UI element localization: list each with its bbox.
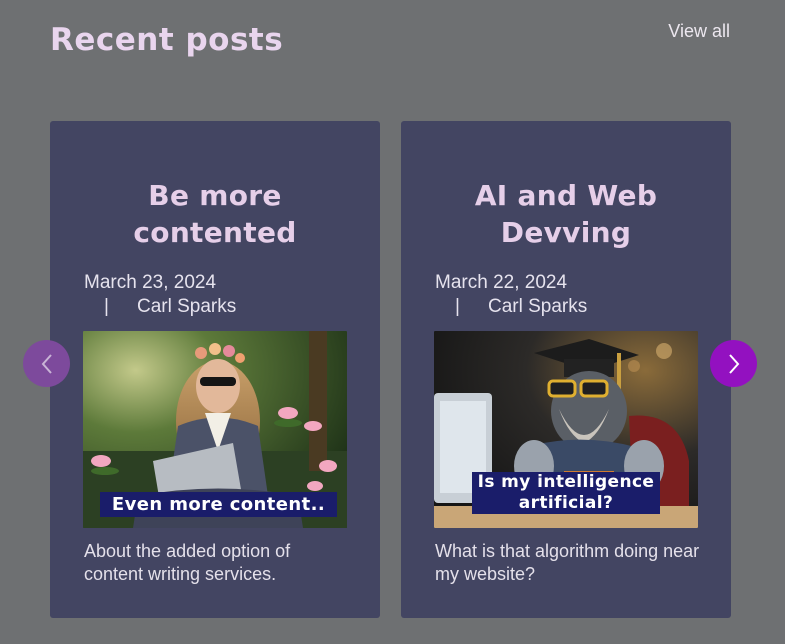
meta-separator: | bbox=[455, 296, 460, 317]
carousel-next-button[interactable] bbox=[710, 340, 757, 387]
section-title: Recent posts bbox=[50, 22, 284, 58]
post-meta: March 23, 2024 | Carl Sparks bbox=[84, 271, 236, 319]
post-date: March 22, 2024 bbox=[435, 272, 568, 293]
view-all-link[interactable]: View all bbox=[668, 21, 730, 42]
post-author[interactable]: Carl Sparks bbox=[488, 296, 587, 317]
image-caption: Even more content.. bbox=[100, 492, 337, 517]
image-caption: Is my intelligence artificial? bbox=[472, 472, 660, 514]
post-date: March 23, 2024 bbox=[84, 272, 217, 293]
chevron-right-icon bbox=[728, 353, 739, 374]
post-card[interactable]: AI and Web Devving March 22, 2024 | Carl … bbox=[401, 121, 731, 618]
post-thumbnail[interactable]: Is my intelligence artificial? bbox=[434, 331, 698, 528]
post-card[interactable]: Be more contented March 23, 2024 | Carl S… bbox=[50, 121, 380, 618]
post-excerpt: About the added option of content writin… bbox=[84, 541, 291, 584]
carousel-prev-button[interactable] bbox=[23, 340, 70, 387]
post-title[interactable]: AI and Web Devving bbox=[417, 177, 715, 251]
post-meta: March 22, 2024 | Carl Sparks bbox=[435, 271, 587, 319]
post-excerpt: What is that algorithm doing near my web… bbox=[435, 541, 700, 584]
post-title[interactable]: Be more contented bbox=[66, 177, 364, 251]
post-author-line: | Carl Sparks bbox=[435, 295, 587, 319]
post-author[interactable]: Carl Sparks bbox=[137, 296, 236, 317]
meta-separator: | bbox=[104, 296, 109, 317]
post-author-line: | Carl Sparks bbox=[84, 295, 236, 319]
post-thumbnail[interactable]: Even more content.. bbox=[83, 331, 347, 528]
chevron-left-icon bbox=[41, 353, 52, 374]
